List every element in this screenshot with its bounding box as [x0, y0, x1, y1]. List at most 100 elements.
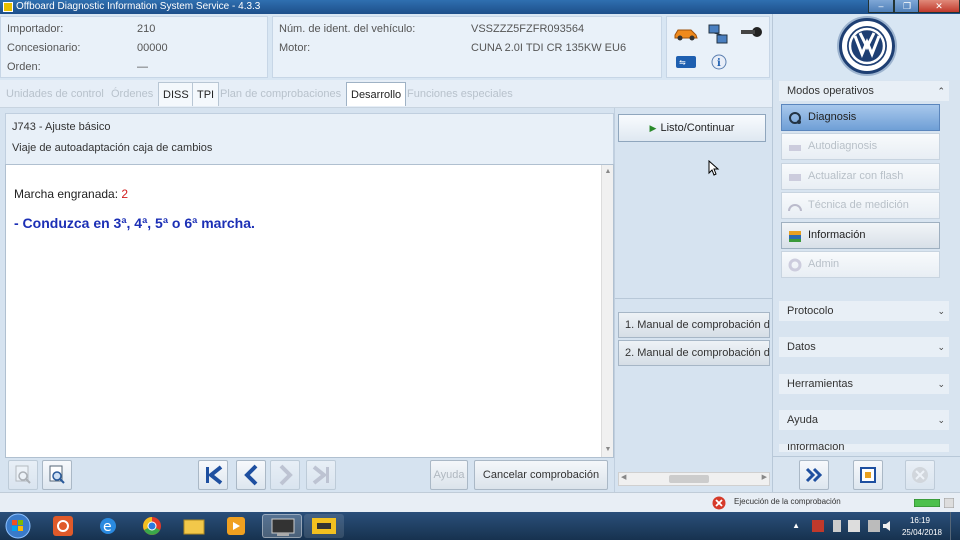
power-app-icon: [53, 516, 73, 536]
taskbar-app-explorer[interactable]: [176, 514, 212, 538]
mode-autodiagnosis[interactable]: Autodiagnosis: [781, 133, 940, 160]
mode-tecnica-medicion[interactable]: Técnica de medición: [781, 192, 940, 219]
zoom-in-button[interactable]: [42, 460, 72, 490]
scroll-right-arrow[interactable]: ▶: [762, 473, 767, 481]
procedure-toolbar: Ayuda Cancelar comprobación: [0, 458, 614, 492]
info-icon[interactable]: i: [711, 53, 727, 71]
tab-funciones-especiales[interactable]: Funciones especiales: [403, 82, 517, 106]
taskbar-app-media[interactable]: [218, 514, 254, 538]
zoom-out-button[interactable]: [8, 460, 38, 490]
taskbar-app-ie[interactable]: e: [90, 514, 126, 538]
last-step-button[interactable]: [306, 460, 336, 490]
taskbar-app-engine[interactable]: [304, 514, 344, 538]
section-label: Información: [787, 444, 845, 452]
section-label: Ayuda: [787, 414, 818, 426]
arrow-left-icon: [244, 464, 258, 486]
tab-unidades-control[interactable]: Unidades de control: [2, 82, 108, 106]
tab-plan-comprobaciones[interactable]: Plan de comprobaciones: [216, 82, 345, 106]
expand-icon: ⌄: [937, 342, 945, 352]
forward-button[interactable]: [799, 460, 829, 490]
minimize-button[interactable]: –: [868, 0, 894, 13]
manual-link-1[interactable]: 1. Manual de comprobación d: [618, 312, 770, 338]
orden-value: —: [137, 61, 148, 73]
ayuda-button[interactable]: Ayuda: [430, 460, 468, 490]
first-step-button[interactable]: [198, 460, 228, 490]
admin-gear-icon: [788, 258, 802, 272]
section-herramientas[interactable]: Herramientas ⌄: [779, 374, 949, 394]
section-label: Datos: [787, 341, 816, 353]
section-informacion[interactable]: Información: [779, 444, 949, 452]
mode-informacion[interactable]: Información: [781, 222, 940, 249]
start-button-icon[interactable]: [4, 513, 32, 539]
modos-title: Modos operativos: [787, 85, 874, 97]
section-ayuda[interactable]: Ayuda ⌄: [779, 410, 949, 430]
scroll-down-arrow[interactable]: ▼: [604, 446, 612, 454]
car-icon: [674, 29, 698, 41]
section-label: Herramientas: [787, 378, 854, 390]
taskbar-app-chrome[interactable]: [134, 514, 170, 538]
concesionario-value: 00000: [137, 42, 168, 54]
close-window-button[interactable]: ✕: [918, 0, 960, 13]
connection-status-box: ⇋ i: [666, 16, 770, 78]
modos-header[interactable]: Modos operativos ⌃: [779, 81, 949, 101]
clock-time[interactable]: 16:19: [910, 516, 930, 525]
fullscreen-button[interactable]: [853, 460, 883, 490]
expand-icon: ⌄: [937, 415, 945, 425]
window-titlebar[interactable]: Offboard Diagnostic Information System S…: [0, 0, 960, 14]
usb-icon: ⇋: [676, 56, 696, 68]
taskbar-app-odis[interactable]: [262, 514, 302, 538]
continue-button[interactable]: ▶ Listo/Continuar: [618, 114, 766, 142]
fullscreen-icon: [860, 467, 876, 483]
section-datos[interactable]: Datos ⌄: [779, 337, 949, 357]
svg-text:e: e: [103, 519, 112, 535]
tray-network-icon[interactable]: [868, 520, 880, 532]
volume-icon[interactable]: [882, 520, 894, 532]
tab-desarrollo[interactable]: Desarrollo: [346, 82, 407, 106]
exit-button[interactable]: [905, 460, 935, 490]
tray-flag-icon[interactable]: [848, 520, 860, 532]
tab-ordenes[interactable]: Órdenes: [107, 82, 157, 106]
scroll-left-arrow[interactable]: ◀: [621, 473, 626, 481]
status-message: Ejecución de la comprobación: [734, 497, 841, 506]
expand-icon: ⌄: [937, 306, 945, 316]
orden-label: Orden:: [7, 61, 41, 73]
books-icon: [789, 231, 801, 242]
gear-label: Marcha engranada:: [14, 187, 119, 201]
action-hscrollbar[interactable]: ◀ ▶: [618, 472, 770, 486]
tray-expand-icon[interactable]: ▲: [792, 521, 800, 530]
mode-label: Diagnosis: [808, 111, 857, 123]
engine-warning-icon: [312, 518, 336, 534]
tab-diss[interactable]: DISS: [158, 82, 194, 106]
cancel-test-button[interactable]: Cancelar comprobación: [474, 460, 608, 490]
collapse-icon: ⌃: [937, 86, 945, 96]
motor-value: CUNA 2.0I TDI CR 135KW EU6: [471, 42, 627, 54]
previous-step-button[interactable]: [236, 460, 266, 490]
error-status-icon: [712, 496, 726, 510]
mode-actualizar-flash[interactable]: Actualizar con flash: [781, 163, 940, 190]
connection-level-icon: [914, 499, 940, 507]
content-scrollbar[interactable]: ▲ ▼: [601, 165, 613, 457]
clock-date[interactable]: 25/04/2018: [902, 528, 942, 537]
concesionario-label: Concesionario:: [7, 42, 81, 54]
windows-taskbar: e ▲ 16:19 25/04/2018: [0, 512, 960, 540]
scroll-thumb[interactable]: [669, 475, 709, 483]
show-desktop-button[interactable]: [950, 512, 960, 540]
tray-device-icon[interactable]: [832, 520, 842, 532]
section-protocolo[interactable]: Protocolo ⌄: [779, 301, 949, 321]
play-icon: ▶: [649, 123, 657, 133]
brand-area: [772, 14, 960, 80]
restore-button[interactable]: ❐: [894, 0, 920, 13]
mode-diagnosis[interactable]: Diagnosis: [781, 104, 940, 131]
taskbar-app-power[interactable]: [46, 514, 82, 538]
mode-admin[interactable]: Admin: [781, 251, 940, 278]
manual-link-2[interactable]: 2. Manual de comprobación d: [618, 340, 770, 366]
action-pane: ▶ Listo/Continuar 1. Manual de comprobaci…: [614, 108, 773, 492]
scroll-up-arrow[interactable]: ▲: [604, 168, 612, 176]
gear-value: 2: [121, 187, 129, 201]
vehicle-info-box: Núm. de ident. del vehículo: VSSZZZ5FZFR…: [272, 16, 662, 78]
tray-alert-icon[interactable]: [812, 520, 824, 532]
importador-label: Importador:: [7, 23, 64, 35]
next-step-button[interactable]: [270, 460, 300, 490]
media-player-icon: [227, 517, 245, 535]
measurement-icon: [788, 204, 802, 212]
